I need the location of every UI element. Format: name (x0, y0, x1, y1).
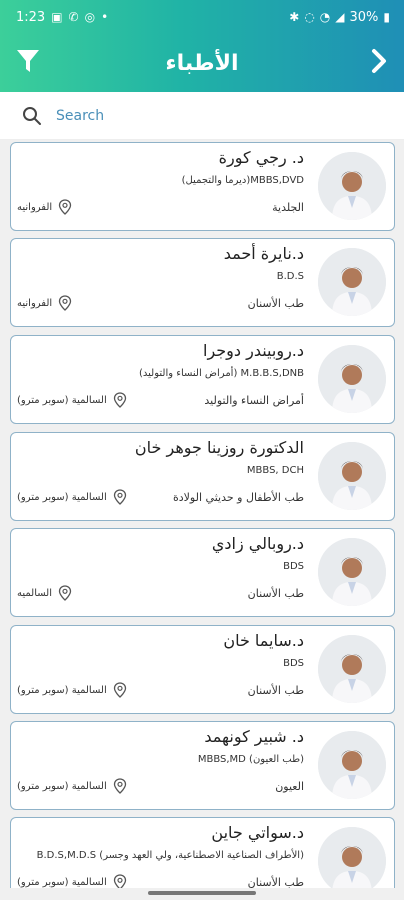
doctor-location: الفروانيه (17, 295, 72, 311)
doctor-specialty: طب الأطفال و حديثي الولادة (173, 491, 304, 504)
location-label: الفروانيه (17, 201, 53, 213)
location-label: السالمية (سوبر مترو) (17, 780, 107, 792)
status-right: ✱ ◌ ◔ ◢ 30% ▮ (289, 10, 390, 25)
location-label: السالمية (سوبر مترو) (17, 394, 107, 406)
doctor-name: د. رجي كورة (218, 148, 304, 167)
doctor-photo-icon (318, 635, 386, 703)
doctor-photo-icon (318, 731, 386, 799)
doctor-qualifications: MBBS, DCH (246, 465, 304, 476)
doctor-avatar (318, 635, 386, 703)
image-notification-icon: ▣ (51, 10, 63, 24)
doctor-name: د.سواتي جاين (211, 823, 304, 842)
location-pin-icon (59, 199, 72, 215)
back-button[interactable] (366, 46, 392, 76)
doctor-photo-icon (318, 442, 386, 510)
status-left: 1:23 ▣ ✆ ◎ • (16, 10, 108, 25)
doctor-card[interactable]: د.سواتي جاين B.D.S,M.D.S (الأطراف الصناع… (10, 817, 395, 888)
doctor-photo-icon (318, 248, 386, 316)
location-label: السالمية (سوبر مترو) (17, 876, 107, 888)
whatsapp-notification-icon: ◎ (84, 10, 96, 24)
doctor-avatar (318, 827, 386, 888)
page-title: الأطباء (165, 50, 239, 76)
location-label: السالمية (سوبر مترو) (17, 684, 107, 696)
doctor-avatar (318, 538, 386, 606)
doctor-photo-icon (318, 827, 386, 888)
doctor-qualifications: B.D.S (276, 271, 304, 282)
location-label: السالمية (سوبر مترو) (17, 491, 107, 503)
doctor-specialty: طب الأسنان (247, 876, 304, 888)
doctor-specialty: أمراض النساء والتوليد (204, 394, 304, 407)
doctor-location: السالمية (سوبر مترو) (17, 682, 127, 698)
location-pin-icon (58, 585, 72, 601)
doctor-location: السالمية (سوبر مترو) (17, 778, 127, 794)
doctor-location: السالمية (سوبر مترو) (17, 489, 127, 505)
location-pin-icon (113, 682, 126, 698)
doctor-name: د.نايرة أحمد (223, 244, 304, 263)
status-bar: 1:23 ▣ ✆ ◎ • ✱ ◌ ◔ ◢ 30% ▮ (0, 0, 404, 34)
location-pin-icon (113, 489, 126, 505)
doctor-location: السالميه (17, 585, 72, 601)
doctor-card[interactable]: د.سايما خان BDS طب الأسنان السالمية (سوب… (10, 625, 395, 714)
battery-level: 30% (349, 9, 379, 25)
doctor-name: د.روبالي زادي (211, 534, 304, 553)
location-label: الفروانيه (17, 297, 53, 309)
doctor-name: د.روبيندر دوجرا (203, 341, 304, 360)
doctor-qualifications: MBBS,MD (طب العيون) (197, 754, 304, 765)
location-label: السالميه (17, 587, 52, 599)
doctor-avatar (318, 731, 386, 799)
doctor-qualifications: BDS (283, 561, 304, 572)
doctor-specialty: طب الأسنان (247, 587, 304, 600)
doctor-avatar (318, 442, 386, 510)
doctor-photo-icon (318, 152, 386, 220)
doctor-name: د.سايما خان (223, 631, 304, 650)
location-pin-icon (113, 874, 126, 888)
location-pin-icon (59, 295, 72, 311)
doctor-location: السالمية (سوبر مترو) (17, 392, 127, 408)
doctor-card[interactable]: د. رجي كورة (ديرما والتجميل)MBBS,DVD الج… (10, 142, 395, 231)
search-input[interactable] (56, 107, 356, 124)
doctor-name: د. شبير كونهمد (204, 727, 304, 746)
doctor-card[interactable]: د.روبالي زادي BDS طب الأسنان السالميه (10, 528, 395, 617)
doctor-avatar (318, 152, 386, 220)
dot-notification-icon: • (101, 10, 109, 24)
doctor-card[interactable]: د.روبيندر دوجرا (أمراض النساء والتوليد) … (10, 335, 395, 424)
doctor-specialty: طب الأسنان (247, 297, 304, 310)
doctor-card[interactable]: د. شبير كونهمد MBBS,MD (طب العيون) العيو… (10, 721, 395, 810)
location-pin-icon (113, 778, 126, 794)
doctor-qualifications: B.D.S,M.D.S (الأطراف الصناعية الاصطناعية… (36, 850, 304, 861)
bluetooth-icon: ✱ (289, 10, 300, 24)
signal-icon: ◢ (335, 10, 345, 24)
doctor-specialty: الجلدية (272, 201, 304, 214)
doctor-card[interactable]: د.نايرة أحمد B.D.S طب الأسنان الفروانيه (10, 238, 395, 327)
doctor-qualifications: (أمراض النساء والتوليد) M.B.B.S,DNB (139, 368, 304, 379)
doctor-photo-icon (318, 345, 386, 413)
chevron-right-icon (372, 49, 386, 73)
battery-icon: ▮ (383, 10, 390, 24)
doctor-qualifications: BDS (283, 658, 304, 669)
doctor-avatar (318, 345, 386, 413)
filter-icon (17, 50, 39, 72)
wifi-call-icon: ◔ (319, 10, 331, 24)
doctor-card[interactable]: الدكتورة روزينا جوهر خان MBBS, DCH طب ال… (10, 432, 395, 521)
home-indicator[interactable] (148, 891, 256, 895)
doctor-location: السالمية (سوبر مترو) (17, 874, 127, 888)
doctor-qualifications: (ديرما والتجميل)MBBS,DVD (181, 175, 304, 186)
navigation-bar (0, 888, 404, 900)
mute-icon: ◌ (304, 10, 315, 24)
doctor-name: الدكتورة روزينا جوهر خان (134, 438, 304, 457)
location-pin-icon (113, 392, 126, 408)
doctor-location: الفروانيه (17, 199, 72, 215)
phone-notification-icon: ✆ (68, 10, 79, 24)
app-bar: الأطباء (0, 34, 404, 92)
doctor-specialty: العيون (275, 780, 304, 793)
search-bar (0, 92, 404, 140)
doctor-avatar (318, 248, 386, 316)
status-time: 1:23 (16, 9, 46, 25)
doctor-photo-icon (318, 538, 386, 606)
filter-button[interactable] (16, 47, 40, 75)
search-icon (23, 106, 41, 125)
doctor-specialty: طب الأسنان (247, 684, 304, 697)
doctor-list[interactable]: د. رجي كورة (ديرما والتجميل)MBBS,DVD الج… (0, 140, 404, 888)
